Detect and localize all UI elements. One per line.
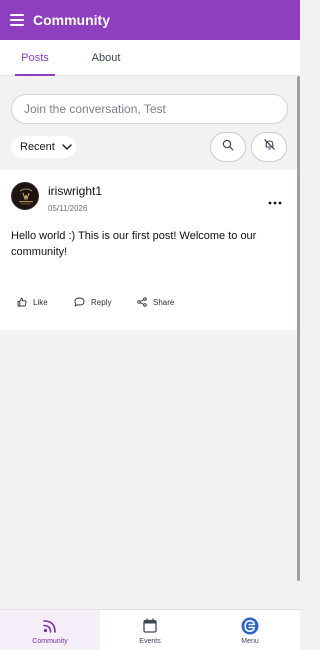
thumbs-up-icon (17, 297, 27, 307)
post-author[interactable]: iriswright1 (48, 184, 102, 198)
post-card: iriswright1 05/11/2026 Hello world :) Th… (0, 170, 298, 330)
nav-events-label: Events (139, 637, 161, 645)
page-title: Community (33, 12, 110, 28)
sort-dropdown[interactable]: Recent (11, 136, 76, 158)
speech-bubble-icon (74, 297, 85, 307)
reply-button[interactable]: Reply (74, 294, 111, 310)
sort-selected-label: Recent (20, 141, 55, 153)
hamburger-menu-icon[interactable] (10, 14, 24, 26)
share-icon (137, 297, 147, 307)
avatar[interactable] (11, 182, 39, 210)
rss-icon (43, 617, 57, 635)
share-button[interactable]: Share (137, 294, 174, 310)
share-label: Share (153, 297, 175, 307)
compose-placeholder: Join the conversation, Test (24, 102, 166, 116)
nav-menu-label: Menu (241, 637, 259, 645)
compose-post-input[interactable]: Join the conversation, Test (11, 94, 288, 124)
reply-label: Reply (91, 297, 112, 307)
bottom-nav: Community Events Menu (0, 609, 300, 650)
more-options-icon[interactable] (268, 193, 282, 205)
menu-logo-icon (241, 617, 259, 635)
chevron-down-icon (62, 144, 72, 150)
calendar-icon (143, 617, 157, 635)
app-header: Community (0, 0, 300, 40)
nav-community[interactable]: Community (0, 610, 100, 650)
like-label: Like (33, 297, 48, 307)
search-icon (222, 138, 234, 156)
post-date: 05/11/2026 (48, 204, 88, 213)
post-actions: Like Reply Share (0, 294, 298, 310)
nav-community-label: Community (32, 637, 68, 645)
post-body: Hello world :) This is our first post! W… (11, 230, 257, 258)
tab-posts[interactable]: Posts (15, 40, 55, 76)
nav-events[interactable]: Events (100, 610, 200, 650)
bell-off-icon (263, 138, 276, 156)
nav-menu[interactable]: Menu (200, 610, 300, 650)
tab-about[interactable]: About (86, 40, 126, 76)
tab-bar: Posts About (0, 40, 300, 76)
notifications-off-button[interactable] (251, 132, 287, 162)
search-button[interactable] (210, 132, 246, 162)
like-button[interactable]: Like (17, 294, 48, 310)
scrollbar[interactable] (297, 76, 300, 581)
